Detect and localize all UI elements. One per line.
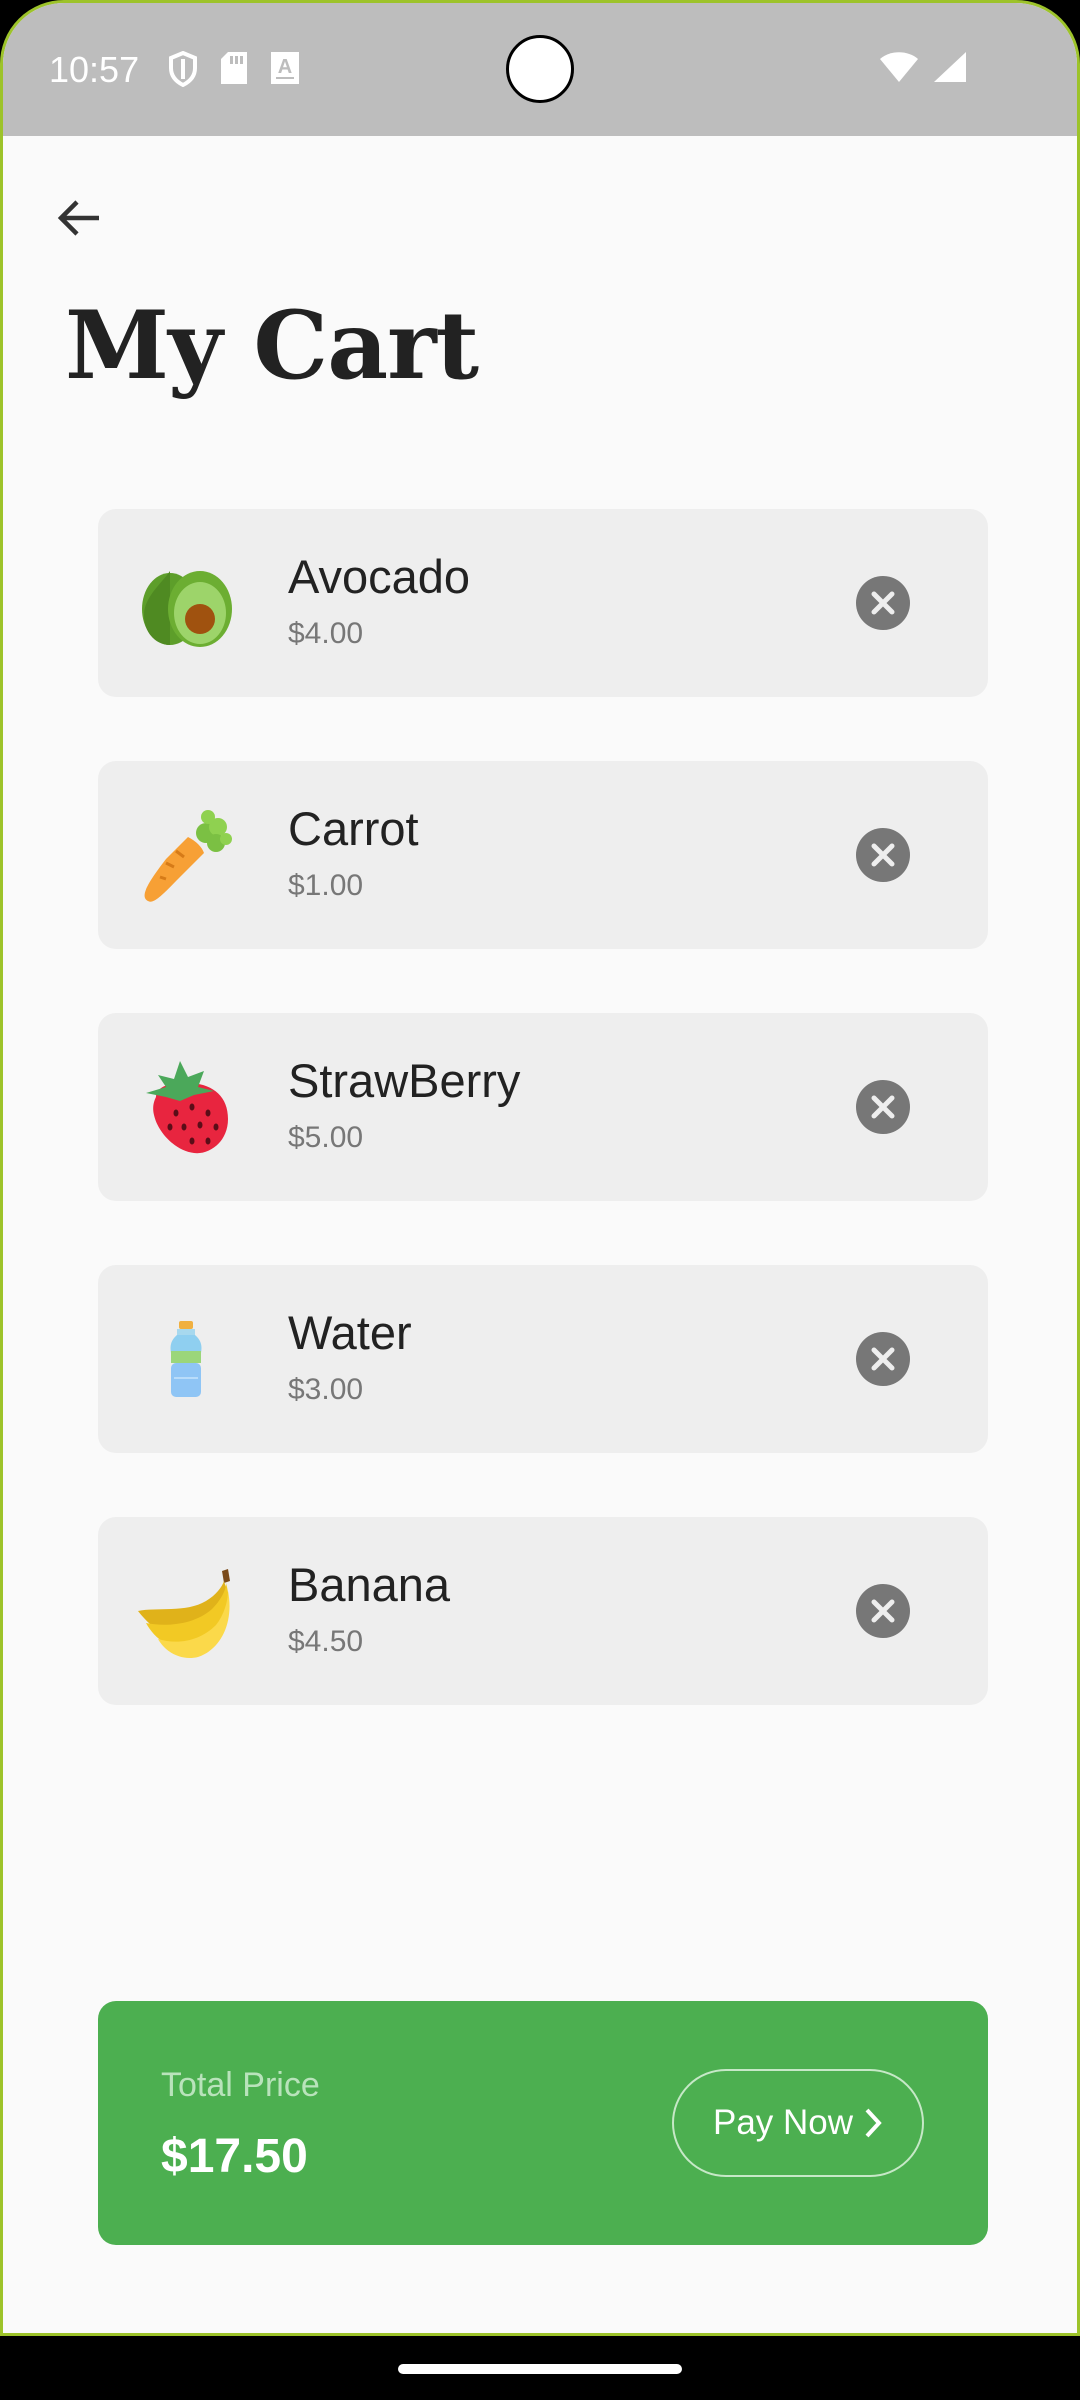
- cart-item-banana: Banana $4.50: [98, 1517, 988, 1705]
- carrot-icon: [136, 805, 236, 905]
- item-name: Carrot: [288, 802, 419, 855]
- home-indicator[interactable]: [398, 2364, 682, 2374]
- water-bottle-icon: [136, 1309, 236, 1409]
- arrow-left-icon: [57, 200, 99, 236]
- cart-item-carrot: Carrot $1.00: [98, 761, 988, 949]
- status-icons-left: A: [168, 50, 300, 92]
- item-name: Banana: [288, 1558, 451, 1611]
- sd-card-icon: [220, 51, 248, 92]
- item-name: StrawBerry: [288, 1054, 521, 1107]
- a-badge-icon: A: [270, 51, 300, 92]
- item-price: $5.00: [288, 1121, 364, 1154]
- cart-item-strawberry: StrawBerry $5.00: [98, 1013, 988, 1201]
- checkout-panel: Total Price $17.50 Pay Now: [98, 2001, 988, 2245]
- remove-item-button[interactable]: [856, 576, 910, 630]
- item-price: $3.00: [288, 1373, 364, 1406]
- app-screen: 10:57 A My Cart Avocado $4.00 Carrot $1.…: [0, 0, 1080, 2336]
- close-icon: [871, 1599, 895, 1623]
- remove-item-button[interactable]: [856, 828, 910, 882]
- cell-signal-icon: [933, 51, 967, 88]
- shield-icon: [168, 50, 198, 92]
- item-name: Water: [288, 1306, 412, 1359]
- total-price-label: Total Price: [161, 2066, 320, 2104]
- wifi-icon: [879, 51, 919, 88]
- banana-icon: [136, 1561, 236, 1661]
- item-price: $4.50: [288, 1625, 364, 1658]
- close-icon: [871, 1095, 895, 1119]
- cart-list: Avocado $4.00 Carrot $1.00 StrawBerry $5…: [98, 509, 988, 1769]
- chevron-right-icon: [865, 2108, 882, 2138]
- device: 10:57 A My Cart Avocado $4.00 Carrot $1.…: [0, 0, 1080, 2400]
- cart-item-water: Water $3.00: [98, 1265, 988, 1453]
- item-price: $4.00: [288, 617, 364, 650]
- front-camera: [506, 35, 574, 103]
- remove-item-button[interactable]: [856, 1584, 910, 1638]
- remove-item-button[interactable]: [856, 1080, 910, 1134]
- close-icon: [871, 591, 895, 615]
- pay-now-button[interactable]: Pay Now: [672, 2069, 924, 2177]
- remove-item-button[interactable]: [856, 1332, 910, 1386]
- status-bar: 10:57 A: [3, 3, 1077, 136]
- cart-item-avocado: Avocado $4.00: [98, 509, 988, 697]
- close-icon: [871, 843, 895, 867]
- item-price: $1.00: [288, 869, 364, 902]
- status-time: 10:57: [49, 49, 140, 90]
- back-button[interactable]: [43, 183, 113, 253]
- page-title: My Cart: [65, 291, 479, 401]
- strawberry-icon: [136, 1057, 236, 1157]
- avocado-icon: [136, 553, 236, 653]
- item-name: Avocado: [288, 550, 471, 603]
- pay-now-label: Pay Now: [712, 2103, 854, 2142]
- svg-text:A: A: [278, 56, 292, 78]
- status-icons-right: [879, 51, 967, 88]
- close-icon: [871, 1347, 895, 1371]
- total-price-value: $17.50: [161, 2130, 308, 2183]
